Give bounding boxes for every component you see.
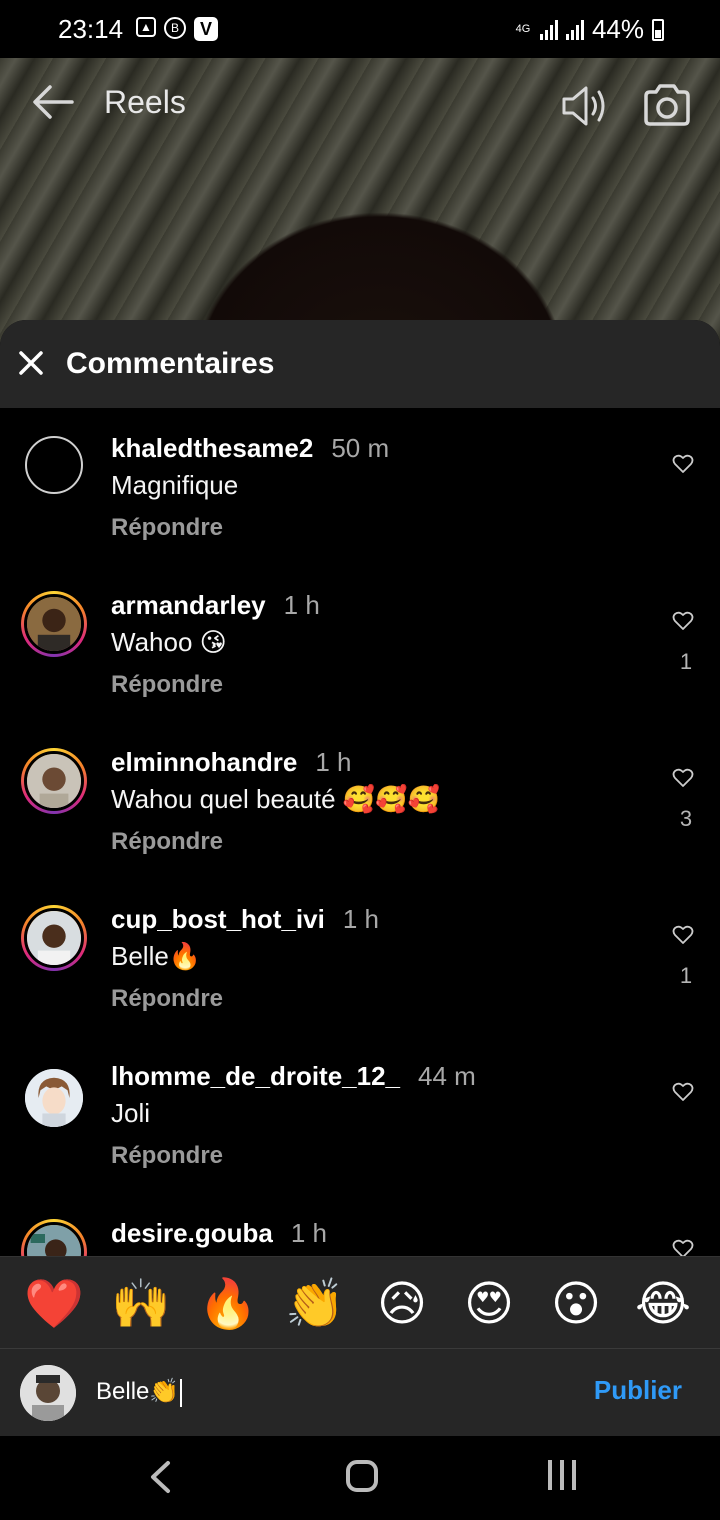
sheet-title: Commentaires — [66, 347, 275, 380]
heart-icon[interactable] — [672, 768, 694, 788]
comment-username[interactable]: elminnohandre 1 h — [111, 747, 352, 778]
comment-item: cup_bost_hot_ivi 1 h Belle🔥 Répondre 1 — [0, 879, 720, 1029]
nav-recents-icon[interactable] — [548, 1460, 578, 1494]
comments-list[interactable]: khaledthesame2 50 m Magnifique Répondre a… — [0, 408, 720, 1256]
avatar[interactable] — [21, 1219, 87, 1256]
heart-icon[interactable] — [672, 611, 694, 631]
status-right: 4G 44% — [514, 14, 664, 45]
comment-text: Wahou quel beauté 🥰🥰🥰 — [111, 784, 440, 814]
b-app-icon: B — [164, 17, 186, 39]
signal-icon — [539, 19, 558, 40]
heart-icon[interactable] — [672, 1082, 694, 1102]
reply-button[interactable]: Répondre — [111, 828, 223, 856]
status-time: 23:14 — [58, 14, 124, 44]
nav-back-icon[interactable] — [148, 1460, 172, 1494]
avatar[interactable] — [21, 591, 87, 657]
comment-time: 1 h — [283, 590, 320, 620]
comment-time: 44 m — [418, 1061, 476, 1091]
comment-time: 1 h — [315, 747, 352, 777]
comment-input-row: Belle👏 Publier — [0, 1348, 720, 1437]
comment-time: 1 h — [342, 904, 379, 934]
reply-button[interactable]: Répondre — [111, 985, 223, 1013]
comment-text: Joli — [111, 1098, 151, 1128]
comment-time: 50 m — [331, 433, 390, 463]
comment-item: armandarley 1 h Wahoo 😘 Répondre 1 — [0, 565, 720, 715]
comment-username[interactable]: desire.gouba 1 h — [111, 1218, 327, 1249]
comment-text: Belle🔥 — [111, 941, 202, 971]
heart-icon[interactable] — [672, 454, 694, 474]
like-count: 1 — [679, 963, 693, 988]
avatar[interactable] — [21, 905, 87, 971]
my-avatar — [20, 1365, 76, 1421]
page-title: Reels — [104, 84, 186, 120]
status-bar: 23:14 ▲ B V 4G 44% — [0, 0, 720, 58]
emoji-fire[interactable]: 🔥 — [198, 1275, 258, 1335]
comment-username[interactable]: cup_bost_hot_ivi 1 h — [111, 904, 379, 935]
emoji-sad[interactable]: 😥 — [372, 1275, 432, 1335]
emoji-surprised[interactable]: 😮 — [546, 1275, 606, 1335]
emoji-heart[interactable]: ❤️ — [24, 1275, 84, 1335]
reply-button[interactable]: Répondre — [111, 1142, 223, 1170]
battery-percent: 44% — [591, 14, 644, 44]
comment-input[interactable]: Belle👏 — [96, 1377, 183, 1407]
nav-home-icon[interactable] — [346, 1460, 378, 1492]
notification-icons: ▲ B V — [136, 17, 218, 41]
avatar[interactable] — [25, 436, 83, 494]
close-icon[interactable] — [18, 350, 44, 376]
network-type: 4G — [515, 23, 531, 35]
heart-icon[interactable] — [672, 925, 694, 945]
avatar[interactable] — [25, 1069, 83, 1127]
emoji-raised-hands[interactable]: 🙌 — [111, 1275, 171, 1335]
comment-item: lhomme_de_droite_12_ 44 m Joli Répondre — [0, 1036, 720, 1186]
emoji-bar: ❤️ 🙌 🔥 👏 😥 😍 😮 😂 — [0, 1256, 720, 1349]
reply-button[interactable]: Répondre — [111, 514, 223, 542]
reply-button[interactable]: Répondre — [111, 671, 223, 699]
comment-username[interactable]: khaledthesame2 50 m — [111, 433, 389, 464]
back-arrow-icon[interactable] — [32, 84, 74, 120]
like-count: 3 — [679, 806, 693, 831]
volume-icon[interactable] — [560, 84, 608, 128]
emoji-heart-eyes[interactable]: 😍 — [459, 1275, 519, 1335]
comment-username[interactable]: armandarley 1 h — [111, 590, 320, 621]
heart-icon[interactable] — [672, 1239, 694, 1256]
comment-username[interactable]: lhomme_de_droite_12_ 44 m — [111, 1061, 476, 1092]
gallery-icon: ▲ — [136, 17, 156, 37]
comment-item: khaledthesame2 50 m Magnifique Répondre — [0, 408, 720, 558]
text-caret — [180, 1378, 183, 1407]
like-count: 1 — [679, 649, 693, 674]
comment-time: 1 h — [290, 1218, 327, 1248]
battery-icon — [652, 18, 664, 41]
v-app-icon: V — [194, 17, 218, 41]
emoji-clapping[interactable]: 👏 — [285, 1275, 345, 1335]
avatar[interactable] — [21, 748, 87, 814]
comment-item: desire.gouba 1 h — [0, 1193, 720, 1256]
signal-icon-2 — [565, 19, 584, 40]
publish-button[interactable]: Publier — [594, 1375, 682, 1406]
emoji-laughing[interactable]: 😂 — [633, 1275, 693, 1335]
comment-item: elminnohandre 1 h Wahou quel beauté 🥰🥰🥰 R… — [0, 722, 720, 872]
camera-icon[interactable] — [642, 82, 692, 128]
sheet-header: Commentaires — [0, 320, 720, 408]
navigation-bar — [0, 1436, 720, 1520]
comment-text: Wahoo 😘 — [111, 627, 227, 657]
comment-text: Magnifique — [111, 470, 239, 500]
